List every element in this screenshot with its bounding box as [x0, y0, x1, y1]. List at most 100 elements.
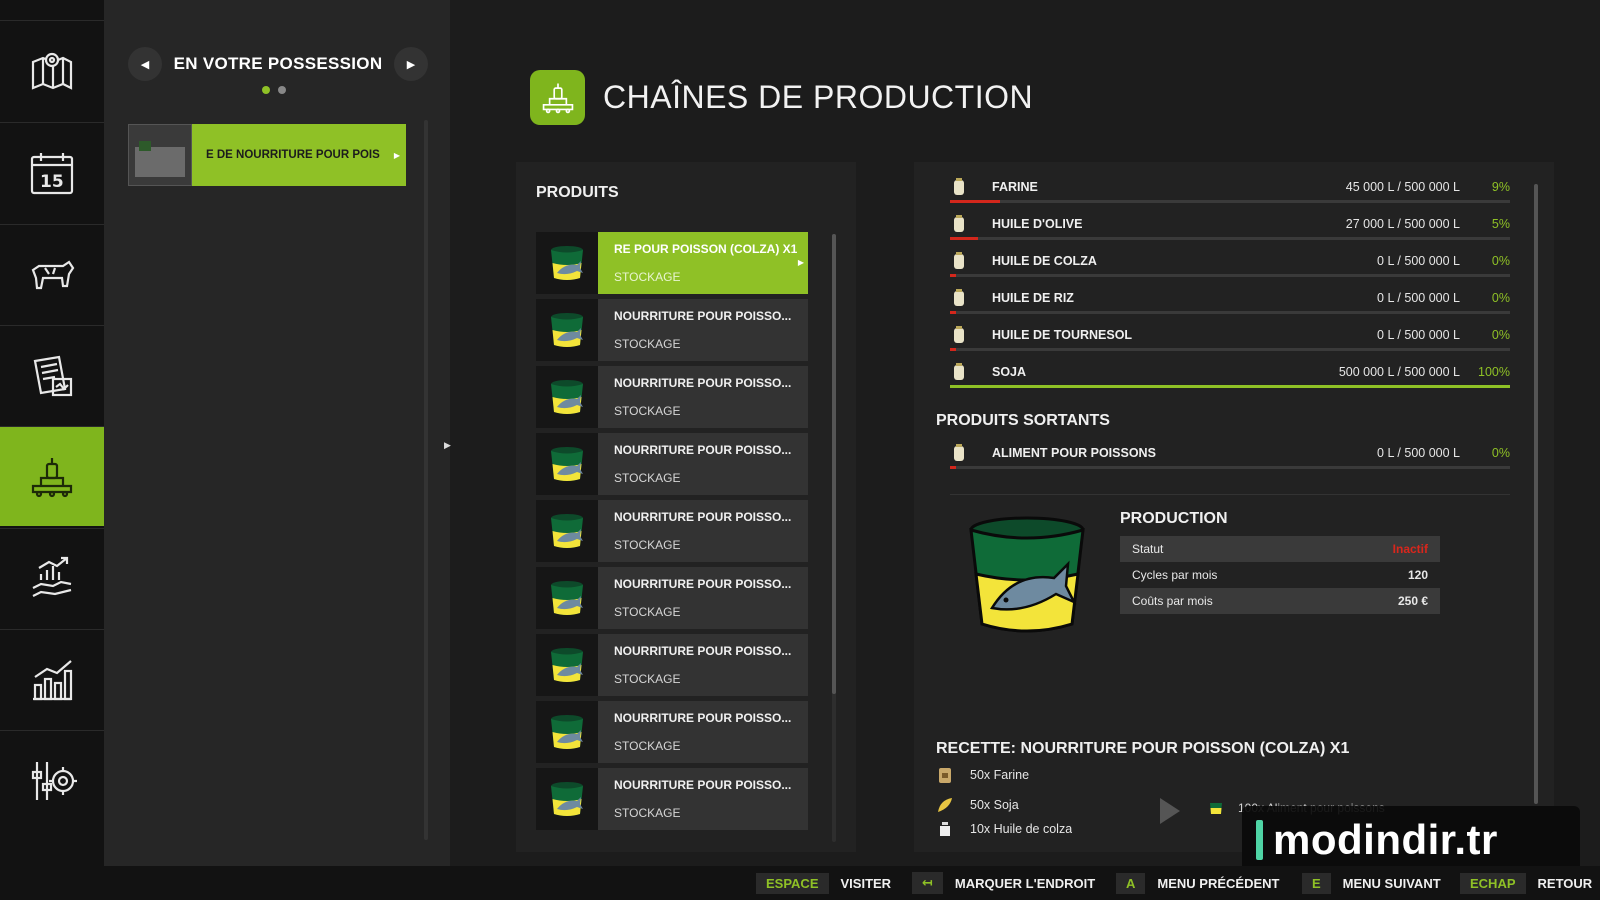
- page-title: CHAÎNES DE PRODUCTION: [603, 79, 1034, 115]
- resource-name: HUILE DE TOURNESOL: [992, 328, 1133, 342]
- fish-food-bucket-icon: [536, 232, 598, 294]
- detail-scrollbar[interactable]: [1534, 184, 1538, 804]
- resource-amount: 0 L / 500 000 L: [1377, 446, 1460, 460]
- next-menu-hint[interactable]: E MENU SUIVANT: [1302, 872, 1441, 894]
- product-row[interactable]: NOURRITURE POUR POISSO... STOCKAGE: [536, 701, 808, 763]
- prev-page-button[interactable]: ◀: [128, 47, 162, 81]
- mark-label: MARQUER L'ENDROIT: [954, 875, 1096, 891]
- recipe-title: RECETTE: NOURRITURE POUR POISSON (COLZA)…: [936, 740, 1350, 757]
- recipe-ingredient: 50x Soja: [936, 796, 1019, 814]
- product-row[interactable]: NOURRITURE POUR POISSO... STOCKAGE: [536, 433, 808, 495]
- product-sub: STOCKAGE: [614, 672, 681, 686]
- prev-menu-hint[interactable]: A MENU PRÉCÉDENT: [1116, 872, 1279, 894]
- product-name: NOURRITURE POUR POISSO...: [614, 376, 792, 390]
- product-row[interactable]: RE POUR POISSON (COLZA) X1 STOCKAGE ▶: [536, 232, 808, 294]
- resource-amount: 0 L / 500 000 L: [1377, 291, 1460, 305]
- app-root: 15 ◀ EN VOTRE POSSESSION ▶ E DE NOURRITU…: [0, 0, 1600, 900]
- resource-percent: 9%: [1491, 180, 1510, 194]
- recipe-ingredient: 50x Farine: [936, 766, 1029, 784]
- resource-fill-bar: [950, 237, 1510, 240]
- esc-key: ECHAP: [1460, 872, 1526, 894]
- nav-calendar[interactable]: 15: [0, 122, 104, 222]
- resource-icon: [954, 215, 964, 232]
- nav-settings[interactable]: [0, 730, 104, 830]
- resource-fill-bar: [950, 466, 1510, 469]
- bottom-hint-bar: ESPACE VISITER ↤ MARQUER L'ENDROIT A MEN…: [0, 866, 1600, 900]
- nav-map[interactable]: [0, 20, 104, 120]
- product-sub: STOCKAGE: [614, 337, 681, 351]
- resource-percent: 100%: [1478, 365, 1510, 379]
- owned-item-label: E DE NOURRITURE POUR POIS: [206, 149, 380, 161]
- watermark-logo: modindir.tr: [1242, 806, 1580, 874]
- page-header: CHAÎNES DE PRODUCTION: [530, 70, 1033, 125]
- product-name: RE POUR POISSON (COLZA) X1: [614, 242, 798, 256]
- possession-nav: ◀ EN VOTRE POSSESSION ▶: [128, 46, 428, 82]
- resource-icon: [954, 178, 964, 195]
- products-scrollbar[interactable]: [832, 234, 836, 694]
- settings-icon: [31, 761, 77, 800]
- resource-percent: 0%: [1491, 254, 1510, 268]
- back-hint[interactable]: ECHAP RETOUR: [1460, 872, 1592, 894]
- cycles-label: Cycles par mois: [1132, 568, 1218, 582]
- resource-icon: [954, 444, 964, 461]
- space-key: ESPACE: [756, 872, 829, 894]
- product-row[interactable]: NOURRITURE POUR POISSO... STOCKAGE: [536, 366, 808, 428]
- visit-label: VISITER: [840, 875, 892, 891]
- nav-animals[interactable]: [0, 224, 104, 324]
- product-row[interactable]: NOURRITURE POUR POISSO... STOCKAGE: [536, 768, 808, 830]
- caret-right-icon: ▶: [797, 258, 804, 267]
- product-sub: STOCKAGE: [614, 605, 681, 619]
- production-icon: [31, 457, 73, 497]
- fish-food-bucket-icon: [536, 433, 598, 495]
- resource-name: ALIMENT POUR POISSONS: [992, 446, 1156, 460]
- resource-fill-bar: [950, 200, 1510, 203]
- resource-amount: 0 L / 500 000 L: [1377, 254, 1460, 268]
- map-icon: [31, 52, 73, 90]
- resource-icon: [954, 289, 964, 306]
- cycles-value: 120: [1407, 568, 1428, 582]
- resource-row: HUILE DE COLZA 0 L / 500 000 L 0%: [950, 250, 1510, 287]
- fish-food-bucket-icon: [969, 516, 1085, 633]
- cow-icon: [31, 259, 75, 289]
- resource-fill-bar: [950, 274, 1510, 277]
- resource-icon: [954, 326, 964, 343]
- resource-name: HUILE D'OLIVE: [992, 217, 1083, 231]
- fish-food-bucket-icon: [536, 701, 598, 763]
- possession-scrollbar[interactable]: [424, 120, 428, 840]
- visit-hint[interactable]: ESPACE VISITER: [756, 872, 891, 894]
- nav-finances[interactable]: [0, 528, 104, 628]
- resource-name: HUILE DE RIZ: [992, 291, 1074, 305]
- product-row[interactable]: NOURRITURE POUR POISSO... STOCKAGE: [536, 299, 808, 361]
- product-sub: STOCKAGE: [614, 739, 681, 753]
- costs-row: Coûts par mois 250 €: [1120, 588, 1440, 614]
- product-row[interactable]: NOURRITURE POUR POISSO... STOCKAGE: [536, 500, 808, 562]
- status-row: Statut Inactif: [1120, 536, 1440, 562]
- collapse-panel-icon[interactable]: ▶: [444, 440, 451, 451]
- mark-hint[interactable]: ↤ MARQUER L'ENDROIT: [912, 872, 1095, 894]
- resource-icon: [954, 363, 964, 380]
- page-indicator: [262, 86, 286, 94]
- next-page-button[interactable]: ▶: [394, 47, 428, 81]
- prev-key: A: [1116, 872, 1146, 894]
- product-name: NOURRITURE POUR POISSO...: [614, 443, 792, 457]
- resource-percent: 0%: [1491, 328, 1510, 342]
- fish-food-icon: [1210, 803, 1222, 814]
- fish-food-bucket-icon: [536, 768, 598, 830]
- page-dot-2[interactable]: [278, 86, 286, 94]
- nav-statistics[interactable]: [0, 629, 104, 729]
- product-name: NOURRITURE POUR POISSO...: [614, 309, 792, 323]
- nav-contracts[interactable]: [0, 325, 104, 425]
- page-dot-1[interactable]: [262, 86, 270, 94]
- owned-production-item[interactable]: E DE NOURRITURE POUR POIS ▶: [128, 124, 406, 186]
- costs-value: 250 €: [1397, 594, 1428, 608]
- cycles-row: Cycles par mois 120: [1120, 562, 1440, 588]
- nav-production[interactable]: [0, 426, 112, 526]
- resource-percent: 0%: [1491, 446, 1510, 460]
- costs-label: Coûts par mois: [1132, 594, 1213, 608]
- product-row[interactable]: NOURRITURE POUR POISSO... STOCKAGE: [536, 634, 808, 696]
- production-header-icon: [530, 70, 585, 125]
- outputs-title: PRODUITS SORTANTS: [936, 412, 1110, 429]
- fish-food-bucket-icon: [536, 567, 598, 629]
- resource-fill-bar: [950, 311, 1510, 314]
- product-row[interactable]: NOURRITURE POUR POISSO... STOCKAGE: [536, 567, 808, 629]
